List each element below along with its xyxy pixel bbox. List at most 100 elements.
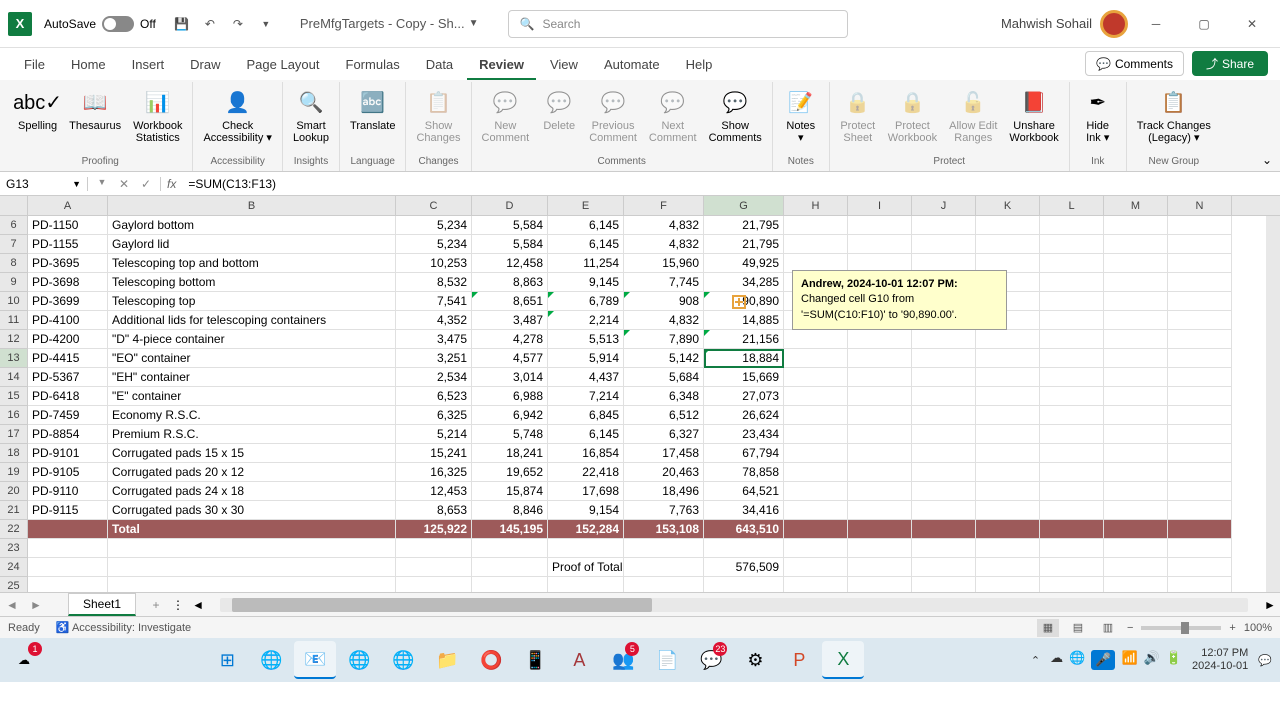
document-title[interactable]: PreMfgTargets - Copy - Sh... ▼ [300, 16, 479, 31]
cell[interactable]: 145,195 [472, 520, 548, 539]
cell[interactable]: PD-9110 [28, 482, 108, 501]
cell[interactable] [784, 387, 848, 406]
column-header[interactable]: N [1168, 196, 1232, 215]
sheet-next-icon[interactable]: ► [24, 598, 48, 612]
cell[interactable]: Corrugated pads 20 x 12 [108, 463, 396, 482]
cell[interactable] [1168, 387, 1232, 406]
tray-chevron-icon[interactable]: ⌃ [1031, 654, 1040, 667]
cell[interactable] [396, 539, 472, 558]
add-sheet-button[interactable]: + [144, 598, 168, 612]
cell[interactable]: 8,863 [472, 273, 548, 292]
wifi-icon[interactable]: 📶 [1121, 650, 1137, 670]
cell[interactable] [1168, 577, 1232, 592]
vertical-scrollbar[interactable] [1266, 216, 1280, 592]
cell[interactable]: 4,278 [472, 330, 548, 349]
cell[interactable] [912, 216, 976, 235]
cell[interactable]: PD-4100 [28, 311, 108, 330]
cell[interactable] [1040, 444, 1104, 463]
cell[interactable] [548, 539, 624, 558]
volume-icon[interactable]: 🔊 [1144, 650, 1160, 670]
cell[interactable] [912, 406, 976, 425]
access-icon[interactable]: A [558, 641, 600, 679]
enter-icon[interactable]: ✓ [136, 177, 156, 191]
cell[interactable]: Economy R.S.C. [108, 406, 396, 425]
zoom-out-button[interactable]: − [1127, 622, 1133, 634]
cell[interactable] [784, 349, 848, 368]
cell[interactable]: 6,327 [624, 425, 704, 444]
cell[interactable]: 5,142 [624, 349, 704, 368]
cell[interactable]: 8,651 [472, 292, 548, 311]
cell[interactable] [784, 463, 848, 482]
cell[interactable]: 3,014 [472, 368, 548, 387]
tab-help[interactable]: Help [674, 51, 725, 80]
cell[interactable] [1104, 387, 1168, 406]
tab-insert[interactable]: Insert [120, 51, 177, 80]
cell[interactable]: 34,285 [704, 273, 784, 292]
qat-customize-icon[interactable]: ▼ [254, 12, 278, 36]
cell[interactable] [848, 368, 912, 387]
cell[interactable] [1040, 501, 1104, 520]
cell[interactable]: 9,154 [548, 501, 624, 520]
cell[interactable] [1040, 330, 1104, 349]
cell[interactable] [472, 539, 548, 558]
cell[interactable]: 15,241 [396, 444, 472, 463]
excel-taskbar-icon[interactable]: X [822, 641, 864, 679]
cell[interactable]: 8,532 [396, 273, 472, 292]
battery-icon[interactable]: 🔋 [1166, 650, 1182, 670]
cell[interactable] [1104, 273, 1168, 292]
cell[interactable]: 20,463 [624, 463, 704, 482]
cell[interactable]: PD-9101 [28, 444, 108, 463]
cell[interactable] [1040, 463, 1104, 482]
cell[interactable]: 908 [624, 292, 704, 311]
row-header[interactable]: 25 [0, 577, 28, 592]
row-header[interactable]: 24 [0, 558, 28, 577]
cell[interactable]: 19,652 [472, 463, 548, 482]
cell[interactable]: 6,942 [472, 406, 548, 425]
cell[interactable]: 6,145 [548, 425, 624, 444]
onedrive-icon[interactable]: ☁ [1050, 650, 1063, 670]
normal-view-icon[interactable]: ▦ [1037, 619, 1059, 637]
scroll-left-icon[interactable]: ◄ [188, 598, 208, 612]
cell[interactable]: 8,846 [472, 501, 548, 520]
cell[interactable] [976, 539, 1040, 558]
spreadsheet-grid[interactable]: ABCDEFGHIJKLMN 6789101112131415161718192… [0, 196, 1280, 592]
cell[interactable] [1168, 235, 1232, 254]
cell[interactable] [784, 482, 848, 501]
sheet-options-icon[interactable]: ⋮ [168, 598, 188, 612]
cell[interactable] [976, 444, 1040, 463]
cell[interactable] [704, 577, 784, 592]
column-header[interactable]: H [784, 196, 848, 215]
cell[interactable]: 125,922 [396, 520, 472, 539]
cell[interactable]: 18,241 [472, 444, 548, 463]
cell[interactable]: 34,416 [704, 501, 784, 520]
cell[interactable] [1104, 216, 1168, 235]
cell[interactable] [1040, 273, 1104, 292]
cell[interactable] [396, 558, 472, 577]
tab-view[interactable]: View [538, 51, 590, 80]
row-header[interactable]: 15 [0, 387, 28, 406]
cell[interactable]: 5,584 [472, 235, 548, 254]
cell[interactable]: 17,698 [548, 482, 624, 501]
tab-formulas[interactable]: Formulas [334, 51, 412, 80]
cell[interactable] [976, 349, 1040, 368]
cell[interactable] [1168, 292, 1232, 311]
user-name[interactable]: Mahwish Sohail [1001, 16, 1092, 31]
column-header[interactable]: D [472, 196, 548, 215]
row-header[interactable]: 19 [0, 463, 28, 482]
cell[interactable] [1040, 311, 1104, 330]
cell[interactable] [976, 520, 1040, 539]
cell[interactable] [912, 387, 976, 406]
translate-button[interactable]: 🔤Translate [346, 84, 399, 134]
cell[interactable] [784, 235, 848, 254]
teams-icon[interactable]: 👥5 [602, 641, 644, 679]
cell[interactable] [1104, 539, 1168, 558]
cell[interactable]: 23,434 [704, 425, 784, 444]
cell[interactable] [976, 482, 1040, 501]
cell[interactable] [976, 577, 1040, 592]
notes-button[interactable]: 📝Notes ▾ [779, 84, 823, 146]
clock[interactable]: 12:07 PM 2024-10-01 [1192, 647, 1248, 673]
save-icon[interactable]: 💾 [170, 12, 194, 36]
cell[interactable] [976, 368, 1040, 387]
cell[interactable] [472, 558, 548, 577]
cell[interactable] [1168, 368, 1232, 387]
